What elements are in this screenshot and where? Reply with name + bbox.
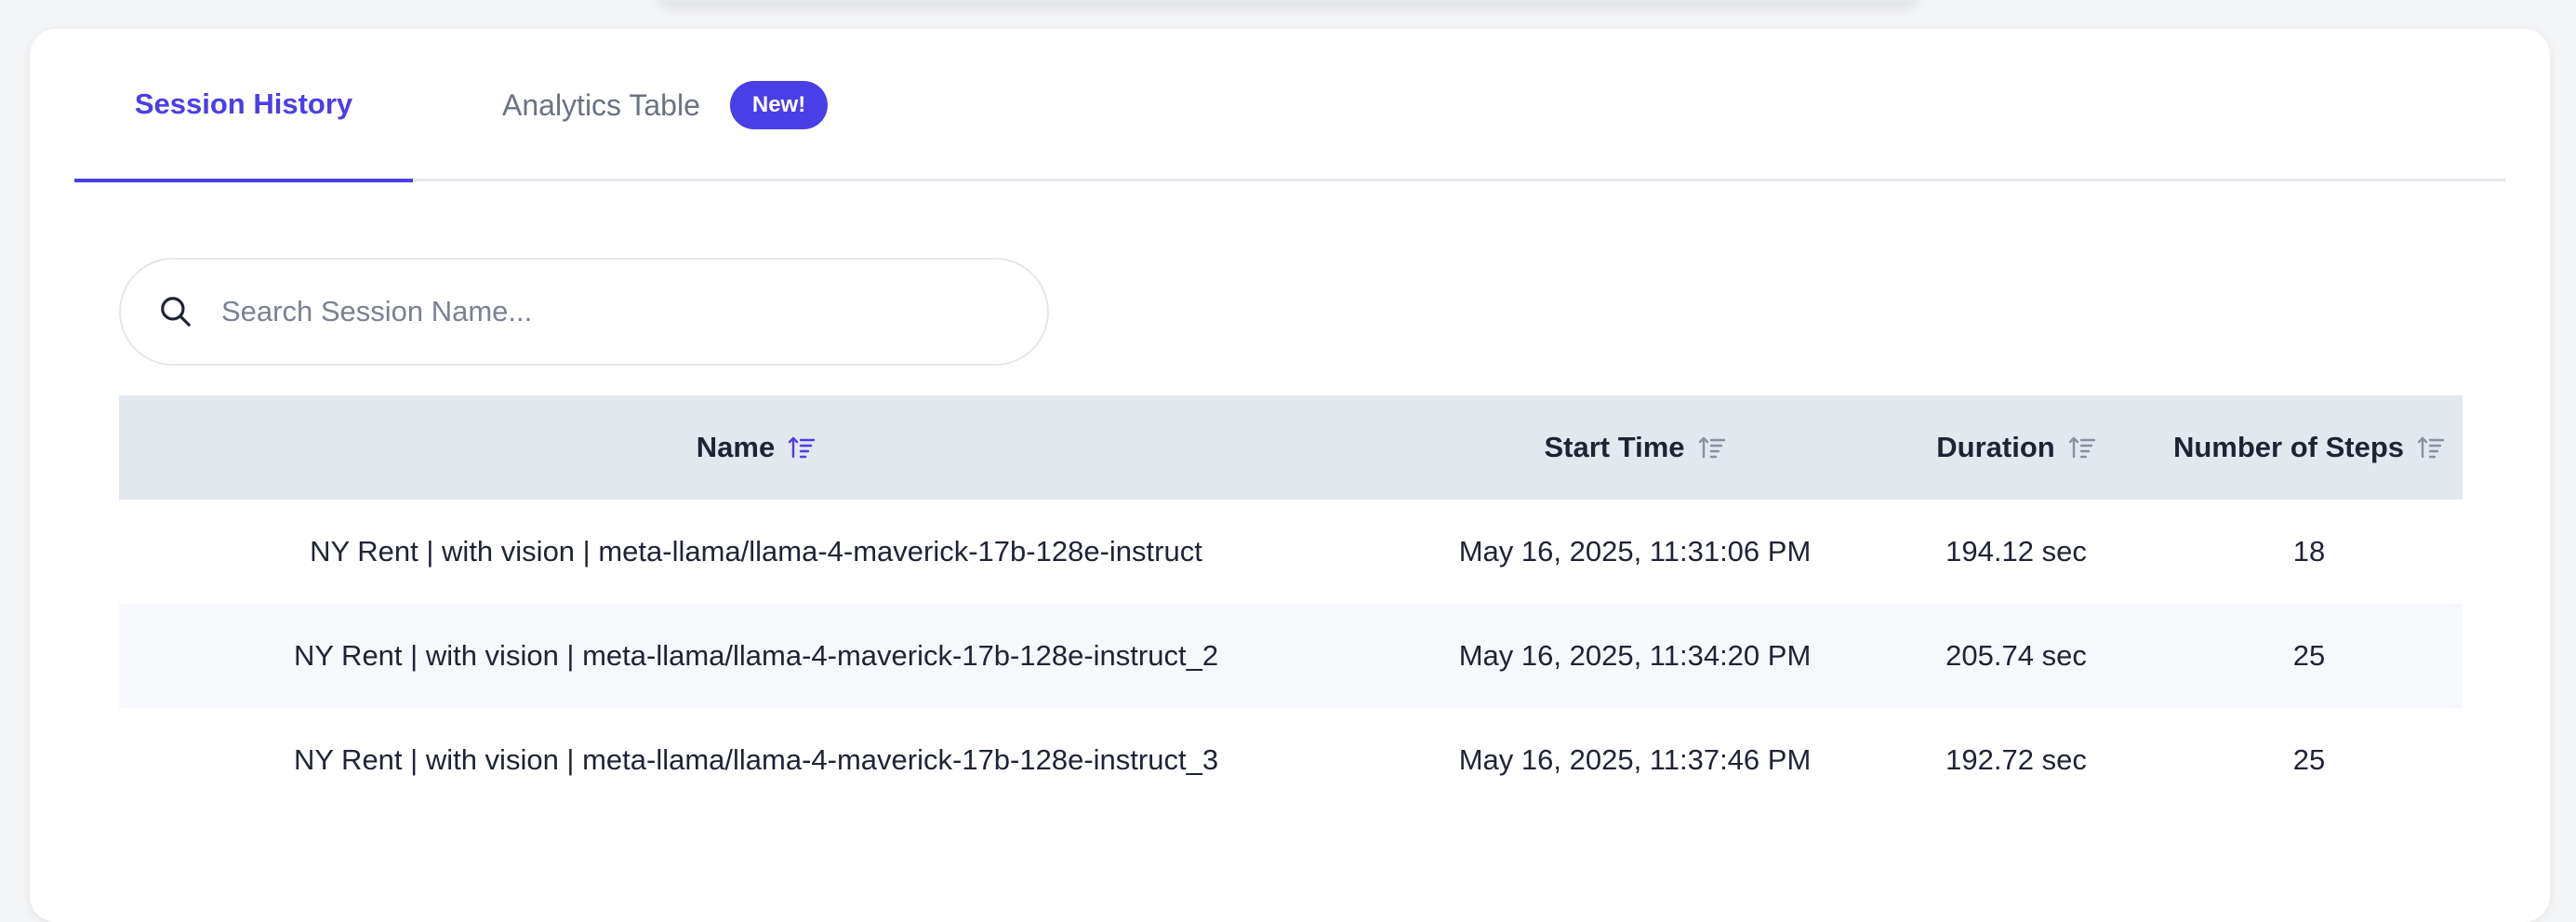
column-header-name[interactable]: Name [119, 431, 1393, 464]
table-row[interactable]: NY Rent | with vision | meta-llama/llama… [119, 500, 2463, 604]
column-header-steps-label: Number of Steps [2172, 431, 2405, 463]
tab-analytics-table-label: Analytics Table [502, 87, 700, 122]
tab-analytics-table[interactable]: Analytics Table New! [502, 29, 893, 181]
sort-icon[interactable] [788, 434, 816, 461]
column-header-duration-label: Duration [1936, 431, 2055, 463]
cell-duration: 192.72 sec [1945, 743, 2087, 776]
table-row[interactable]: NY Rent | with vision | meta-llama/llama… [119, 604, 2463, 708]
cell-start-time: May 16, 2025, 11:34:20 PM [1458, 639, 1812, 672]
cell-start-time: May 16, 2025, 11:31:06 PM [1458, 535, 1812, 568]
overlay-shadow [657, 0, 1919, 2]
table-header: Name Start Time Duration Number of Steps [119, 395, 2463, 500]
cell-steps: 25 [2292, 743, 2326, 776]
column-header-duration[interactable]: Duration [1877, 431, 2156, 464]
search-icon [158, 294, 193, 329]
sort-icon[interactable] [2068, 434, 2096, 461]
table-row[interactable]: NY Rent | with vision | meta-llama/llama… [119, 708, 2463, 812]
column-header-start-time[interactable]: Start Time [1393, 431, 1877, 464]
tab-session-history[interactable]: Session History [74, 29, 413, 182]
cell-steps: 18 [2292, 535, 2326, 568]
cell-duration: 205.74 sec [1945, 639, 2087, 672]
cell-name: NY Rent | with vision | meta-llama/llama… [293, 743, 1219, 776]
column-header-steps[interactable]: Number of Steps [2156, 431, 2463, 464]
column-header-name-label: Name [696, 431, 776, 463]
cell-duration: 194.12 sec [1945, 535, 2087, 568]
session-history-card: Session History Analytics Table New! Nam… [30, 29, 2550, 922]
new-badge: New! [729, 81, 829, 129]
session-table: Name Start Time Duration Number of Steps… [119, 395, 2463, 812]
cell-name: NY Rent | with vision | meta-llama/llama… [293, 639, 1219, 672]
tab-session-history-label: Session History [134, 87, 353, 120]
tab-bar: Session History Analytics Table New! [74, 29, 2505, 182]
search-input[interactable] [219, 294, 986, 329]
cell-name: NY Rent | with vision | meta-llama/llama… [310, 535, 1202, 568]
sort-icon[interactable] [1698, 434, 1726, 461]
search-box[interactable] [119, 258, 1049, 366]
cell-start-time: May 16, 2025, 11:37:46 PM [1458, 743, 1812, 776]
sort-icon[interactable] [2417, 434, 2445, 461]
column-header-start-time-label: Start Time [1544, 431, 1685, 463]
cell-steps: 25 [2292, 639, 2326, 672]
